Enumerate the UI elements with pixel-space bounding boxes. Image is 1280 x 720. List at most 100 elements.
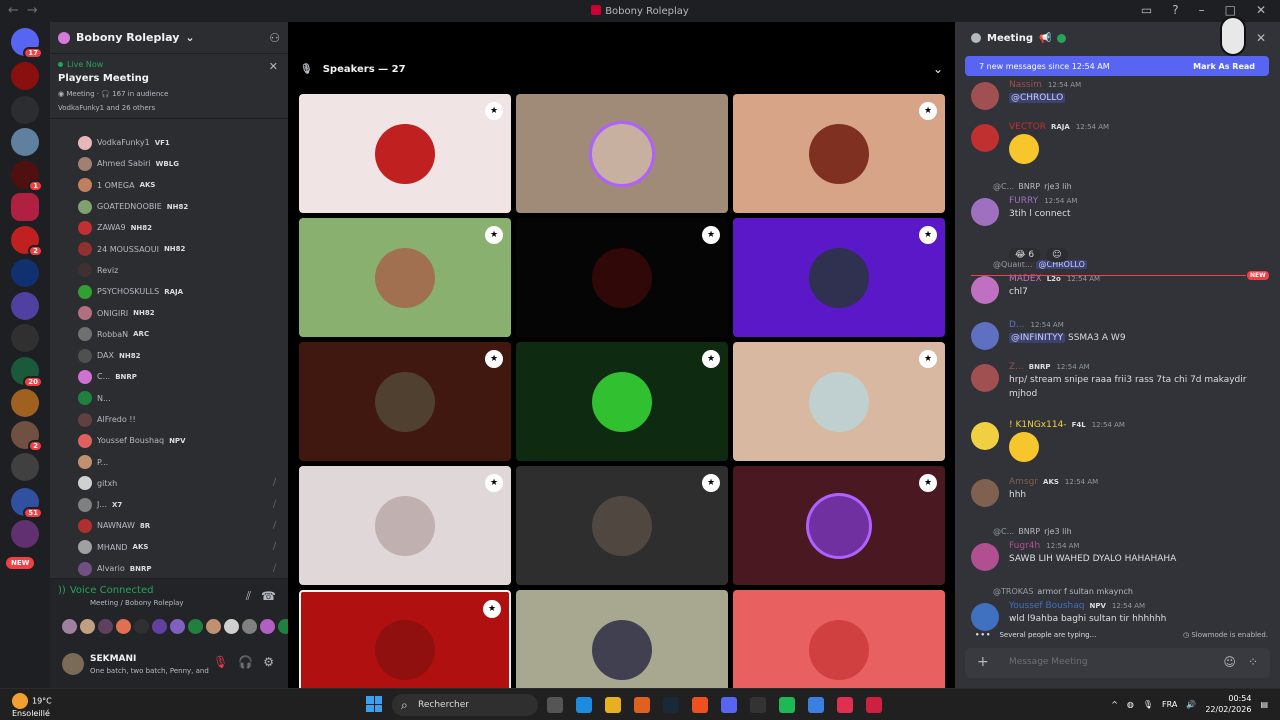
avatar[interactable] bbox=[224, 619, 239, 634]
speaker-tile[interactable] bbox=[516, 94, 728, 213]
reply-preview[interactable]: @TROKAS armor f sultan mkaynch bbox=[993, 587, 1133, 596]
explorer-icon[interactable] bbox=[605, 697, 621, 713]
avatar[interactable] bbox=[170, 619, 185, 634]
avatar[interactable] bbox=[260, 619, 275, 634]
avatar[interactable] bbox=[971, 422, 999, 450]
avatar[interactable] bbox=[98, 619, 113, 634]
server-icon[interactable] bbox=[11, 520, 39, 548]
avatar[interactable] bbox=[971, 364, 999, 392]
avatar[interactable] bbox=[971, 124, 999, 152]
new-messages-bar[interactable]: 7 new messages since 12:54 AM Mark As Re… bbox=[965, 56, 1269, 76]
server-icon[interactable] bbox=[11, 62, 39, 90]
app-icon[interactable] bbox=[866, 697, 882, 713]
firefox-icon[interactable] bbox=[634, 697, 650, 713]
avatar[interactable] bbox=[62, 619, 77, 634]
avatar[interactable] bbox=[242, 619, 257, 634]
server-icon[interactable] bbox=[11, 128, 39, 156]
server-icon[interactable]: 2 bbox=[11, 226, 43, 257]
new-servers-pill[interactable]: NEW bbox=[6, 557, 35, 569]
notification-icon[interactable]: ▤ bbox=[1260, 700, 1268, 709]
steam-icon[interactable] bbox=[663, 697, 679, 713]
spotify-icon[interactable] bbox=[779, 697, 795, 713]
speaker-tile[interactable]: ★ bbox=[733, 94, 945, 213]
clock[interactable]: 00:54 22/02/2026 bbox=[1205, 693, 1251, 715]
task-view-icon[interactable] bbox=[547, 697, 563, 713]
emoji-icon[interactable]: ☺ bbox=[1223, 655, 1236, 669]
help-icon[interactable]: ? bbox=[1172, 3, 1178, 17]
server-icon-active[interactable] bbox=[11, 193, 39, 221]
author-name[interactable]: Fugr4h 12:54 AM bbox=[1009, 541, 1079, 551]
volume-icon[interactable]: 🔊 bbox=[1186, 700, 1196, 709]
speaker-tile[interactable]: ★ bbox=[299, 342, 511, 461]
avatar[interactable] bbox=[116, 619, 131, 634]
avatar[interactable] bbox=[188, 619, 203, 634]
noise-suppression-icon[interactable]: ⫽ bbox=[246, 589, 251, 604]
plus-icon[interactable]: + bbox=[977, 654, 989, 670]
gear-icon[interactable]: ⚙ bbox=[263, 655, 274, 669]
voice-member[interactable]: AlFredo !! bbox=[78, 409, 288, 430]
author-name[interactable]: D... 12:54 AM bbox=[1009, 320, 1064, 330]
voice-member[interactable]: VodkaFunky1 VF1 bbox=[78, 132, 288, 153]
message-input[interactable]: + Message Meeting ☺ ⁘ bbox=[965, 648, 1270, 678]
app-icon[interactable] bbox=[895, 697, 911, 713]
app-icon[interactable] bbox=[837, 697, 853, 713]
direct-messages-icon[interactable]: 17 bbox=[11, 28, 43, 59]
avatar[interactable] bbox=[134, 619, 149, 634]
reply-preview[interactable]: @C... BNRP rje3 lih bbox=[993, 527, 1072, 536]
speaker-tile[interactable]: ★ bbox=[733, 466, 945, 585]
chevron-up-icon[interactable]: ^ bbox=[1111, 700, 1118, 709]
author-name[interactable]: Nassim 12:54 AM bbox=[1009, 80, 1081, 90]
avatar[interactable] bbox=[971, 479, 999, 507]
maximize-button[interactable]: □ bbox=[1225, 3, 1236, 17]
author-name[interactable]: Z... BNRP 12:54 AM bbox=[1009, 362, 1090, 372]
voice-member[interactable]: NAWNAW 8R ⧸ bbox=[78, 515, 288, 536]
avatar[interactable] bbox=[971, 603, 999, 631]
voice-member[interactable]: Ahmed Sabiri WBLG bbox=[78, 153, 288, 174]
windows-start-button[interactable] bbox=[366, 696, 382, 712]
mark-as-read-button[interactable]: Mark As Read bbox=[1193, 62, 1255, 71]
mic-muted-icon[interactable]: 🎙 bbox=[213, 655, 228, 669]
speaker-tile[interactable]: ★ bbox=[299, 218, 511, 337]
server-icon[interactable]: 51 bbox=[11, 488, 43, 519]
taskbar-search[interactable]: Rechercher bbox=[392, 694, 538, 716]
inbox-icon[interactable]: ▭ bbox=[1141, 3, 1152, 17]
voice-member[interactable]: J... X7 ⧸ bbox=[78, 494, 288, 515]
speaker-tile[interactable]: ★ bbox=[299, 94, 511, 213]
avatar[interactable] bbox=[152, 619, 167, 634]
speaker-tile[interactable]: ★ bbox=[733, 218, 945, 337]
avatar[interactable] bbox=[971, 198, 999, 226]
chevron-down-icon[interactable]: ⌄ bbox=[933, 62, 943, 76]
discord-icon[interactable] bbox=[721, 697, 737, 713]
author-name[interactable]: FURRY 12:54 AM bbox=[1009, 196, 1077, 206]
guild-header[interactable]: Bobony Roleplay ⌄ ⚇ bbox=[50, 22, 288, 54]
folder-icon[interactable] bbox=[11, 96, 39, 124]
server-icon[interactable] bbox=[11, 389, 39, 417]
speaker-tile[interactable]: ★ bbox=[516, 466, 728, 585]
server-icon[interactable] bbox=[11, 292, 39, 320]
voice-member[interactable]: Reviz bbox=[78, 260, 288, 281]
avatar[interactable] bbox=[971, 322, 999, 350]
avatar[interactable] bbox=[971, 276, 999, 304]
wifi-icon[interactable]: ◍ bbox=[1127, 700, 1134, 709]
speaker-tile[interactable]: ★ bbox=[516, 342, 728, 461]
voice-member[interactable]: MHAND AKS ⧸ bbox=[78, 537, 288, 558]
voice-member[interactable]: Youssef Boushaq NPV bbox=[78, 430, 288, 451]
brave-icon[interactable] bbox=[692, 697, 708, 713]
app-icon[interactable] bbox=[750, 697, 766, 713]
mic-icon[interactable]: 🎙 bbox=[1143, 700, 1153, 709]
server-icon[interactable]: 1 bbox=[11, 161, 43, 192]
avatar[interactable] bbox=[80, 619, 95, 634]
server-icon[interactable] bbox=[11, 453, 39, 481]
voice-member[interactable]: gitxh ⧸ bbox=[78, 473, 288, 494]
disconnect-icon[interactable]: ☎ bbox=[261, 589, 276, 604]
avatar[interactable] bbox=[206, 619, 221, 634]
headphones-icon[interactable]: 🎧 bbox=[238, 655, 253, 669]
weather-widget[interactable]: 19°C Ensoleillé bbox=[12, 693, 52, 719]
voice-member[interactable]: 24 MOUSSAOUI NH82 bbox=[78, 238, 288, 259]
avatar[interactable] bbox=[971, 543, 999, 571]
avatar[interactable] bbox=[62, 653, 84, 675]
author-name[interactable]: Amsgr AKS 12:54 AM bbox=[1009, 477, 1098, 487]
minimize-button[interactable]: – bbox=[1199, 3, 1205, 17]
invite-people-icon[interactable]: ⚇ bbox=[269, 31, 280, 45]
author-name[interactable]: Youssef Boushaq NPV 12:54 AM bbox=[1009, 601, 1145, 611]
